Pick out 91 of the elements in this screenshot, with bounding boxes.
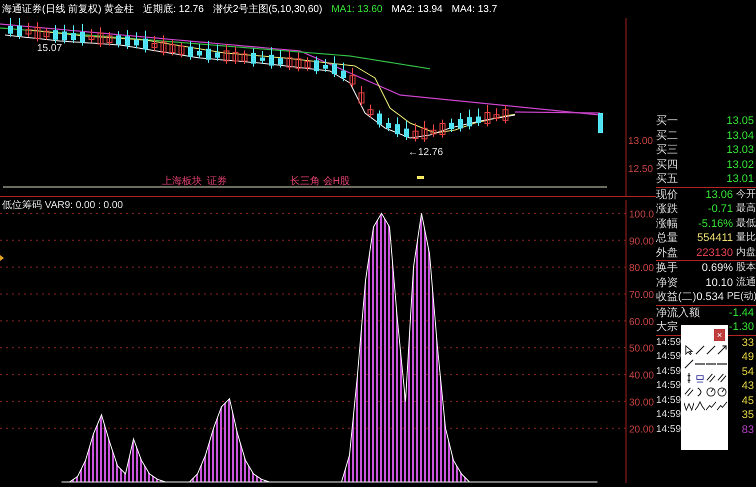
stat-value: 0.534 — [696, 290, 725, 304]
axis-label: 50.00 — [628, 344, 654, 355]
stat-value: 554411 — [696, 231, 734, 246]
tag-label: 证券 — [207, 176, 227, 187]
bid-price: 13.03 — [725, 143, 755, 158]
tick-volume: 35 — [742, 408, 755, 422]
parallel-lines-icon[interactable] — [717, 373, 727, 383]
parallel-lines-icon[interactable] — [706, 373, 716, 383]
stat-value: -0.71 — [706, 202, 734, 216]
bid-label: 买五 — [656, 172, 678, 186]
legend-label: MA4: 13.7 — [452, 4, 498, 14]
axis-label: 30.00 — [628, 397, 654, 408]
bid-price: 13.04 — [725, 128, 755, 143]
flow-label: 净流入额 — [656, 306, 700, 320]
marker-icon — [0, 255, 4, 261]
tick-volume: 43 — [742, 379, 755, 394]
axis-label: 60.00 — [628, 316, 654, 328]
peak-icon[interactable] — [695, 401, 705, 411]
stat-label: 收益(二) — [656, 290, 696, 304]
line-icon[interactable] — [706, 345, 716, 355]
tick-time: 14:59 — [656, 379, 682, 393]
axis-label: 40.00 — [628, 370, 654, 382]
stat-label: 净资 — [656, 276, 678, 290]
tick-volume: 45 — [742, 394, 755, 408]
stat-value: 10.10 — [704, 276, 734, 290]
close-button[interactable]: × — [714, 329, 725, 341]
stat-label: 流通 — [735, 276, 756, 290]
stat-value: 0.69% — [700, 261, 734, 276]
parallel-lines-icon[interactable] — [684, 387, 694, 397]
bid-label: 买二 — [656, 128, 678, 143]
stat-label: 总量 — [656, 231, 678, 246]
legend-label: 近期底: 12.76 — [143, 2, 204, 16]
stat-label: 现价 — [656, 188, 678, 202]
tick-volume: 54 — [742, 364, 755, 379]
tick-time: 14:59 — [656, 350, 682, 364]
stat-label: 股本 — [735, 261, 756, 275]
wave-icon[interactable] — [684, 401, 694, 411]
flow-value: -1.30 — [728, 320, 755, 334]
tick-time: 14:59 — [656, 336, 682, 350]
tick-volume: 33 — [742, 336, 755, 350]
line-icon[interactable] — [695, 345, 705, 355]
stat-label: 最低 — [735, 216, 756, 230]
cursor-icon[interactable] — [684, 345, 694, 355]
stat-label: 最高 — [735, 202, 756, 216]
circle-icon[interactable] — [717, 387, 727, 397]
stat-label: 涨幅 — [656, 216, 678, 231]
axis-label: 100.0 — [628, 209, 654, 220]
legend-label: 海通证券(日线 前复权) 黄金柱 — [2, 2, 134, 16]
axis-label: 70.00 — [628, 290, 654, 301]
indicator-title: 低位筹码 VAR9: 0.00 : 0.00 — [2, 199, 123, 212]
signal-marker — [417, 176, 424, 179]
stat-label: 涨跌 — [656, 202, 678, 216]
bid-price: 13.05 — [725, 114, 755, 128]
axis-label: 20.00 — [628, 424, 654, 436]
tick-volume: 49 — [742, 350, 755, 364]
stat-label: 量比 — [735, 231, 756, 245]
tick-time: 14:59 — [656, 364, 682, 378]
stat-label: PE(动) — [726, 290, 756, 304]
stat-label: 内盘 — [735, 246, 756, 260]
bid-label: 买三 — [656, 143, 678, 158]
bid-label: 买一 — [656, 114, 678, 128]
bid-price: 13.01 — [725, 172, 755, 186]
stat-label: 换手 — [656, 261, 678, 276]
high-price-label: 15.07 — [37, 43, 62, 54]
line-icon[interactable] — [684, 359, 694, 369]
stat-label: 外盘 — [656, 246, 678, 260]
legend-label: 潜伏2号主图(5,10,30,60) — [212, 2, 322, 16]
stat-value: 13.06 — [704, 188, 734, 202]
circle-icon[interactable] — [706, 387, 716, 397]
tag-label: 长三角 会H股 — [290, 176, 350, 187]
legend-label: MA1: 13.60 — [331, 4, 382, 14]
stat-label: 今开 — [735, 188, 756, 202]
low-price-label: ←12.76 — [408, 147, 444, 158]
tick-time: 14:59 — [656, 394, 682, 408]
stat-value: 223130 — [695, 246, 734, 260]
arrow-icon[interactable] — [717, 345, 727, 355]
axis-label: 12.50 — [628, 164, 653, 175]
tick-time: 14:59 — [656, 422, 682, 436]
axis-label: 13.00 — [628, 136, 653, 147]
bid-price: 13.02 — [725, 158, 755, 172]
bid-label: 买四 — [656, 158, 678, 172]
axis-label: 90.00 — [628, 236, 654, 248]
tick-time: 14:59 — [656, 408, 682, 422]
label-icon[interactable] — [695, 373, 705, 383]
flow-value: -1.44 — [728, 306, 755, 320]
tag-label: 上海板块 — [162, 176, 202, 187]
legend-label: MA2: 13.94 — [391, 4, 443, 14]
stat-value: -5.16% — [697, 216, 734, 231]
axis-label: 80.00 — [628, 263, 654, 274]
flow-label: 大宗 — [656, 320, 678, 334]
tick-volume: 83 — [742, 422, 755, 437]
